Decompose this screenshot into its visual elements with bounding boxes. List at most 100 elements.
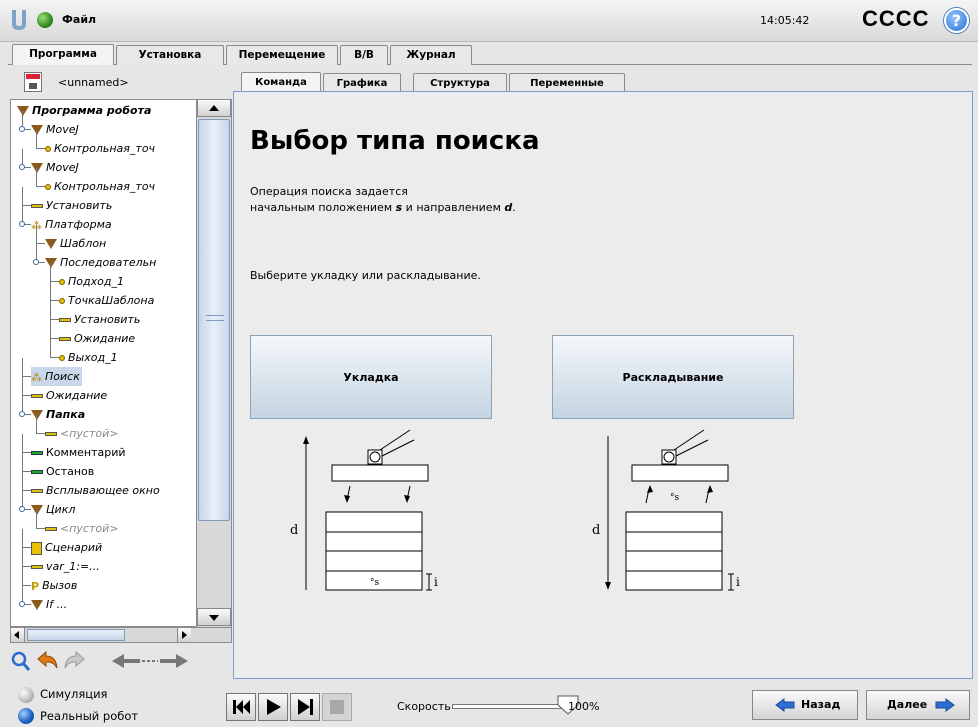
tree-item[interactable]: Контрольная_точ (45, 139, 155, 158)
tree-connector (22, 376, 31, 377)
play-button[interactable] (258, 693, 288, 721)
tree-item[interactable]: If ... (31, 595, 67, 614)
tree-connector (22, 453, 23, 472)
tree-item-label: Подход_1 (68, 275, 124, 288)
search-icon[interactable] (10, 650, 32, 672)
rewind-button[interactable] (226, 693, 256, 721)
tab-installation[interactable]: Установка (116, 45, 224, 65)
tab-program[interactable]: Программа (12, 44, 114, 65)
tab-graphics[interactable]: Графика (323, 73, 401, 92)
next-button[interactable]: Далее (866, 690, 970, 720)
tree-connector (22, 187, 23, 206)
waypoint-icon (45, 146, 51, 152)
tab-log[interactable]: Журнал (390, 45, 472, 65)
hscroll-thumb[interactable] (27, 629, 125, 641)
tree-connector (36, 225, 37, 244)
tree-item-label: Поиск (45, 370, 80, 383)
tree-item[interactable]: var_1:=... (31, 557, 100, 576)
expand-knob[interactable] (19, 164, 25, 170)
scroll-down-button[interactable] (197, 608, 231, 626)
scroll-left-button[interactable] (11, 628, 25, 642)
tree-connector (22, 547, 31, 548)
tab-command[interactable]: Команда (241, 72, 321, 92)
tree-item[interactable]: Всплывающее окно (31, 481, 160, 500)
tree-item-label: Сценарий (45, 541, 103, 554)
speed-label: Скорость (397, 700, 451, 713)
program-file-icon[interactable] (24, 72, 42, 92)
expand-knob[interactable] (19, 601, 25, 607)
expand-knob[interactable] (19, 221, 25, 227)
tree-item-label: Последовательн (60, 256, 157, 269)
program-header: <unnamed> (10, 68, 230, 96)
tree-item[interactable]: Ожидание (31, 386, 107, 405)
tab-structure[interactable]: Структура (413, 73, 507, 92)
tree-connector (36, 130, 37, 149)
step-button[interactable] (290, 693, 320, 721)
speed-slider[interactable] (452, 704, 568, 709)
instruction: Выберите укладку или раскладывание. (250, 269, 481, 282)
expand-knob[interactable] (19, 411, 25, 417)
speed-value: 100% (568, 700, 600, 713)
move-arrows-icon[interactable] (110, 653, 190, 669)
tree-item[interactable]: P Вызов (31, 576, 77, 595)
tree-connector (50, 282, 51, 301)
tab-variables[interactable]: Переменные (509, 73, 625, 92)
tree-item[interactable]: Цикл (31, 500, 75, 519)
tree-horizontal-scrollbar[interactable] (10, 627, 232, 643)
tree-item[interactable]: Выход_1 (59, 348, 118, 367)
tree-item[interactable]: Комментарий (31, 443, 126, 462)
tree-connector (22, 471, 31, 472)
stack-diagram: d °s i (290, 429, 438, 591)
undo-icon[interactable] (36, 650, 60, 672)
tree-item[interactable]: Последовательн (45, 253, 156, 272)
file-menu[interactable]: Файл (62, 13, 96, 26)
tree-item[interactable]: <пустой> (45, 424, 118, 443)
tree-item[interactable]: Папка (31, 405, 85, 424)
stop-button[interactable] (322, 693, 352, 721)
tree-item[interactable]: Программа робота (17, 101, 151, 120)
tree-item[interactable]: Сценарий (31, 538, 102, 557)
real-robot-label: Реальный робот (40, 709, 139, 723)
tree-item[interactable]: MoveJ (31, 158, 79, 177)
tab-io[interactable]: В/В (340, 45, 388, 65)
tree-item[interactable]: ТочкаШаблона (59, 291, 154, 310)
tree-item-label: Комментарий (46, 446, 126, 459)
scroll-up-button[interactable] (197, 99, 231, 117)
command-icon (59, 337, 71, 341)
tree-item[interactable]: ⁂Платформа (31, 215, 112, 234)
tree-item[interactable]: ⁂ Поиск (31, 367, 82, 386)
tree-item[interactable]: Шаблон (45, 234, 106, 253)
globe-icon[interactable] (37, 12, 53, 28)
expand-knob[interactable] (33, 259, 39, 265)
tree-item[interactable]: Останов (31, 462, 94, 481)
tree-item-label: Всплывающее окно (46, 484, 160, 497)
redo-icon[interactable] (62, 650, 86, 672)
stop-icon (330, 700, 344, 714)
tree-item-label: Выход_1 (68, 351, 118, 364)
tree-item[interactable]: Ожидание (59, 329, 135, 348)
tree-item-label: MoveJ (46, 123, 79, 136)
tree-item[interactable]: <пустой> (45, 519, 118, 538)
tree-item[interactable]: Контрольная_точ (45, 177, 155, 196)
help-icon[interactable]: ? (944, 8, 969, 33)
tree-item[interactable]: Установить (59, 310, 140, 329)
tab-move[interactable]: Перемещение (226, 45, 338, 65)
step-icon (298, 699, 313, 715)
scroll-right-button[interactable] (177, 628, 191, 642)
expand-knob[interactable] (19, 126, 25, 132)
real-robot-radio[interactable] (18, 708, 34, 724)
tree-item[interactable]: Установить (31, 196, 112, 215)
tree-item-label: Контрольная_точ (54, 142, 156, 155)
simulation-radio[interactable] (18, 687, 34, 703)
expand-knob[interactable] (19, 506, 25, 512)
tree-connector (50, 300, 59, 301)
tree-item-label: var_1:=... (46, 560, 100, 573)
tree-item[interactable]: MoveJ (31, 120, 79, 139)
destack-button[interactable]: Раскладывание (552, 335, 794, 419)
tree-vertical-scrollbar[interactable] (196, 99, 231, 627)
tree-item-label: Установить (46, 199, 113, 212)
tree-item[interactable]: Подход_1 (59, 272, 124, 291)
scroll-thumb[interactable] (198, 119, 230, 521)
stack-button[interactable]: Укладка (250, 335, 492, 419)
back-button[interactable]: Назад (752, 690, 858, 720)
